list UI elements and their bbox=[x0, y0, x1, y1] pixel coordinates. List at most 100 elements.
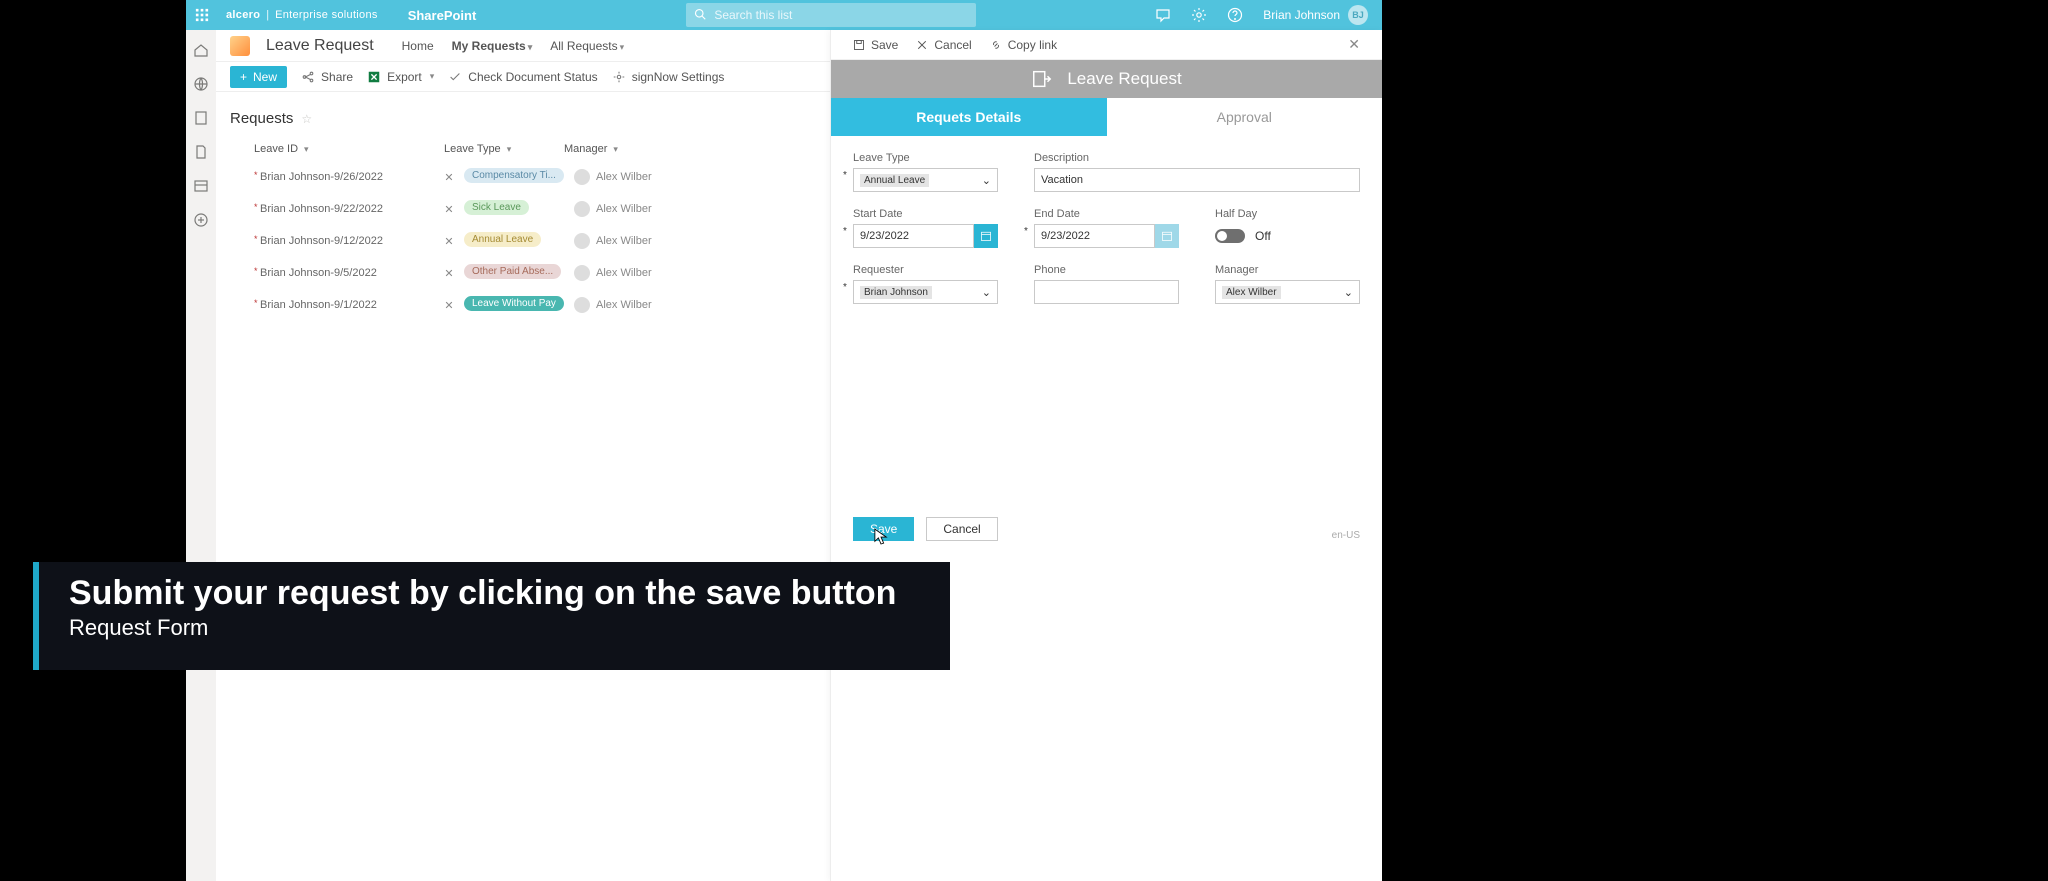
signnow-button[interactable]: signNow Settings bbox=[612, 70, 725, 84]
leave-type-pill: Annual Leave bbox=[464, 232, 541, 247]
panel-cancel-action[interactable]: Cancel bbox=[916, 38, 971, 52]
export-button[interactable]: Export▾ bbox=[367, 70, 434, 84]
row-delete-icon[interactable]: ✕ bbox=[434, 235, 464, 248]
cell-leave-id: Brian Johnson-9/1/2022 bbox=[254, 299, 434, 311]
half-day-toggle[interactable] bbox=[1215, 229, 1245, 243]
close-icon[interactable]: ✕ bbox=[1348, 36, 1360, 53]
cancel-button[interactable]: Cancel bbox=[926, 517, 997, 541]
page-title: Leave Request bbox=[266, 37, 374, 55]
row-delete-icon[interactable]: ✕ bbox=[434, 171, 464, 184]
files-icon[interactable] bbox=[193, 110, 209, 126]
check-doc-button[interactable]: Check Document Status bbox=[448, 70, 597, 84]
cell-manager: Alex Wilber bbox=[574, 265, 704, 281]
search-input[interactable] bbox=[714, 8, 968, 22]
col-leave-type[interactable]: Leave Type▾ bbox=[444, 143, 564, 155]
nav-all-requests[interactable]: All Requests▾ bbox=[550, 39, 624, 53]
requester-select[interactable]: Brian Johnson⌄ bbox=[853, 280, 998, 304]
label-description: Description bbox=[1034, 152, 1360, 164]
chevron-down-icon: ▾ bbox=[430, 71, 435, 82]
start-date-input[interactable]: 9/23/2022 bbox=[853, 224, 974, 248]
row-delete-icon[interactable]: ✕ bbox=[434, 299, 464, 312]
panel-copylink-action[interactable]: Copy link bbox=[990, 38, 1057, 52]
tenant-logo: alcero | Enterprise solutions bbox=[218, 9, 386, 21]
home-icon[interactable] bbox=[193, 42, 209, 58]
list-icon[interactable] bbox=[193, 178, 209, 194]
label-half-day: Half Day bbox=[1215, 208, 1360, 220]
description-input[interactable]: Vacation bbox=[1034, 168, 1360, 192]
chevron-down-icon: ▾ bbox=[528, 42, 533, 52]
label-start-date: Start Date bbox=[853, 208, 998, 220]
chevron-down-icon: ⌄ bbox=[982, 286, 991, 299]
phone-input[interactable] bbox=[1034, 280, 1179, 304]
avatar bbox=[574, 233, 590, 249]
user-chip[interactable]: Brian Johnson BJ bbox=[1263, 5, 1368, 25]
locale-label: en-US bbox=[1332, 530, 1360, 541]
caption-title: Submit your request by clicking on the s… bbox=[69, 574, 920, 613]
favorite-icon[interactable]: ☆ bbox=[301, 112, 312, 126]
app-launcher[interactable] bbox=[186, 0, 218, 30]
cell-leave-id: Brian Johnson-9/26/2022 bbox=[254, 171, 434, 183]
leave-type-pill: Compensatory Ti... bbox=[464, 168, 564, 183]
logo-text: alcero bbox=[226, 9, 260, 21]
end-date-input[interactable]: 9/23/2022 bbox=[1034, 224, 1155, 248]
label-phone: Phone bbox=[1034, 264, 1179, 276]
new-button[interactable]: +New bbox=[230, 66, 287, 88]
suite-search[interactable] bbox=[686, 3, 976, 27]
plus-icon: + bbox=[240, 70, 247, 84]
half-day-value: Off bbox=[1255, 229, 1271, 243]
label-leave-type: Leave Type bbox=[853, 152, 998, 164]
settings-icon[interactable] bbox=[1191, 7, 1207, 23]
calendar-icon[interactable] bbox=[974, 224, 998, 248]
label-manager: Manager bbox=[1215, 264, 1360, 276]
nav-home[interactable]: Home bbox=[402, 39, 434, 53]
globe-icon[interactable] bbox=[193, 76, 209, 92]
cell-manager: Alex Wilber bbox=[574, 201, 704, 217]
chevron-down-icon: ⌄ bbox=[982, 174, 991, 187]
cell-manager: Alex Wilber bbox=[574, 233, 704, 249]
col-manager[interactable]: Manager▾ bbox=[564, 143, 684, 155]
cell-manager: Alex Wilber bbox=[574, 297, 704, 313]
cell-leave-id: Brian Johnson-9/12/2022 bbox=[254, 235, 434, 247]
leave-type-pill: Sick Leave bbox=[464, 200, 529, 215]
caption-subtitle: Request Form bbox=[69, 615, 920, 641]
left-rail bbox=[186, 30, 216, 881]
chevron-down-icon: ⌄ bbox=[1344, 286, 1353, 299]
chevron-down-icon: ▾ bbox=[620, 42, 625, 52]
tab-approval[interactable]: Approval bbox=[1107, 98, 1383, 136]
site-icon bbox=[230, 36, 250, 56]
add-icon[interactable] bbox=[193, 212, 209, 228]
manager-select[interactable]: Alex Wilber⌄ bbox=[1215, 280, 1360, 304]
tenant-name: Enterprise solutions bbox=[275, 9, 378, 21]
save-button[interactable]: Save bbox=[853, 517, 914, 541]
cell-leave-id: Brian Johnson-9/5/2022 bbox=[254, 267, 434, 279]
list-title: Requests bbox=[230, 110, 293, 127]
leave-type-pill: Leave Without Pay bbox=[464, 296, 564, 311]
user-name: Brian Johnson bbox=[1263, 8, 1340, 22]
panel-title: Leave Request bbox=[831, 60, 1382, 98]
tab-details[interactable]: Requets Details bbox=[831, 98, 1107, 136]
leave-type-pill: Other Paid Abse... bbox=[464, 264, 561, 279]
calendar-icon[interactable] bbox=[1155, 224, 1179, 248]
edit-panel: Save Cancel Copy link ✕ Leave Request Re… bbox=[830, 30, 1382, 881]
nav-my-requests[interactable]: My Requests▾ bbox=[452, 39, 533, 53]
label-requester: Requester bbox=[853, 264, 998, 276]
suite-header: alcero | Enterprise solutions SharePoint… bbox=[186, 0, 1382, 30]
avatar bbox=[574, 201, 590, 217]
cell-manager: Alex Wilber bbox=[574, 169, 704, 185]
label-end-date: End Date bbox=[1034, 208, 1179, 220]
panel-save-action[interactable]: Save bbox=[853, 38, 898, 52]
help-icon[interactable] bbox=[1227, 7, 1243, 23]
avatar bbox=[574, 297, 590, 313]
feedback-icon[interactable] bbox=[1155, 7, 1171, 23]
row-delete-icon[interactable]: ✕ bbox=[434, 203, 464, 216]
document-icon[interactable] bbox=[193, 144, 209, 160]
cell-leave-id: Brian Johnson-9/22/2022 bbox=[254, 203, 434, 215]
app-name: SharePoint bbox=[408, 8, 477, 23]
leave-type-select[interactable]: Annual Leave⌄ bbox=[853, 168, 998, 192]
search-icon bbox=[694, 8, 706, 23]
col-leave-id[interactable]: Leave ID▾ bbox=[254, 143, 444, 155]
share-button[interactable]: Share bbox=[301, 70, 353, 84]
row-delete-icon[interactable]: ✕ bbox=[434, 267, 464, 280]
instruction-caption: Submit your request by clicking on the s… bbox=[33, 562, 950, 670]
avatar bbox=[574, 265, 590, 281]
